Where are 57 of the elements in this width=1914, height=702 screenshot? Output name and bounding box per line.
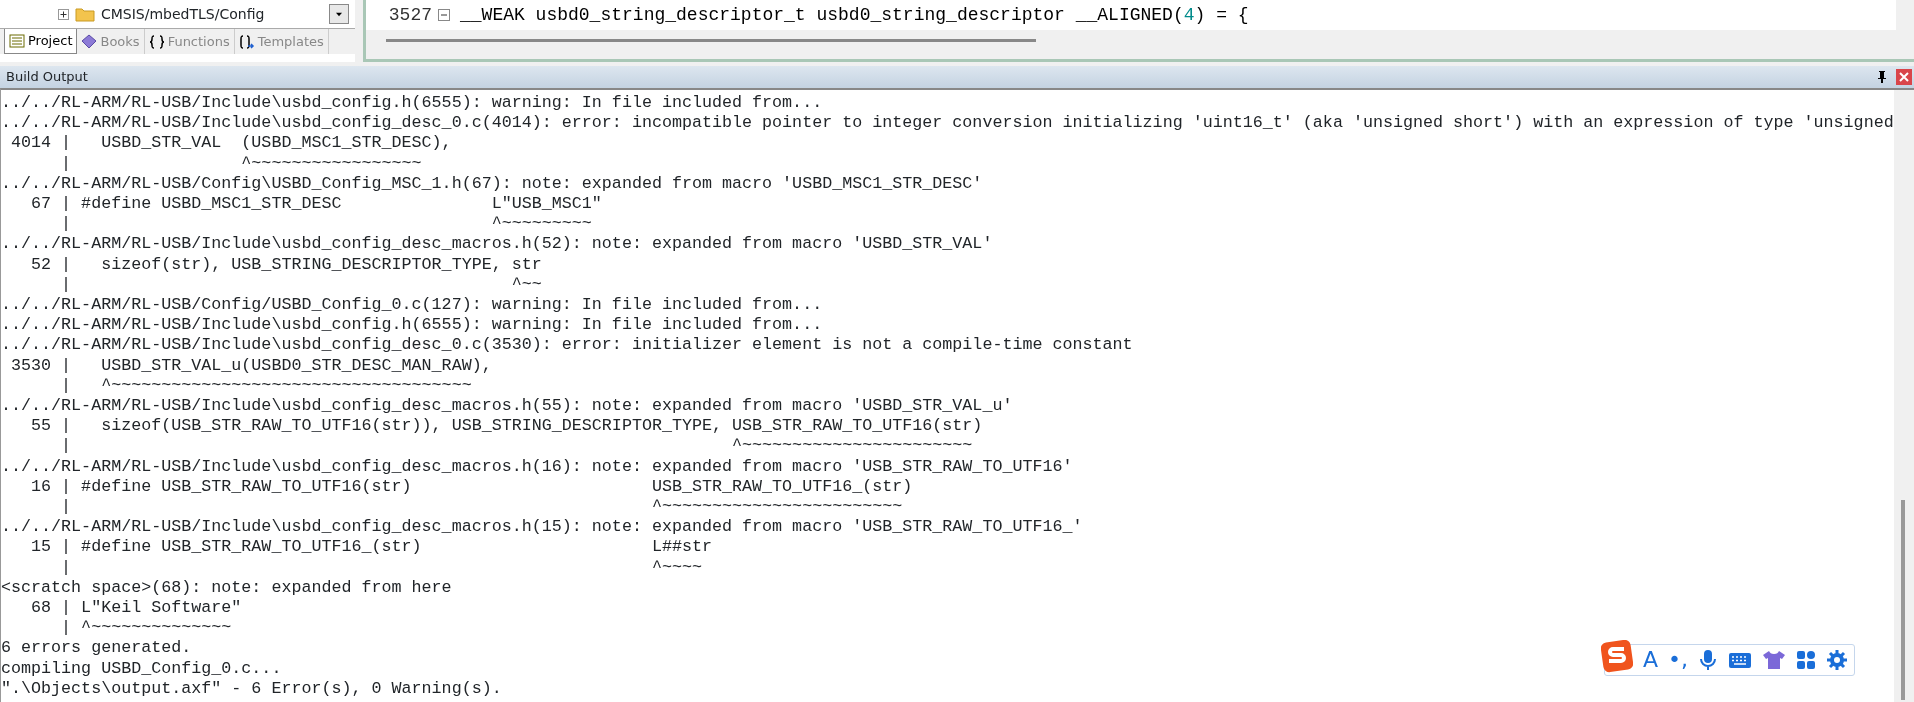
- output-line: | ^~~~~~~~~~~~~~~~~~: [60, 153, 422, 174]
- line-number: 3527: [387, 3, 433, 27]
- template-icon: [238, 33, 255, 50]
- output-line: 55 | sizeof(USB_STR_RAW_TO_UTF16(str)), USB_STRING_DESCRIPTOR_TYPE, USB_STR_RAW_TO_UTF16(str): [30, 416, 983, 437]
- keyboard-icon[interactable]: [1728, 650, 1753, 670]
- caret-icon: [336, 11, 342, 17]
- output-line: | ^~~~~~~~~~: [60, 214, 592, 235]
- output-line: | ^~~~~: [60, 557, 702, 578]
- output-line: ../../RL-ARM/RL-USB/Include\usbd_config_desc_0.c(4014): error: incompatible pointer to integer conversion initializing 'uint16_t' (aka 'unsigned short') with an expression of type 'unsigned: [1, 113, 1894, 134]
- output-line: 16 | #define USB_STR_RAW_TO_UTF16(str) USB_STR_RAW_TO_UTF16_(str): [30, 476, 913, 498]
- output-line: compiling USBD_Config_0.c...: [1, 658, 282, 679]
- output-line: ../../RL-ARM/RL-USB/Include\usbd_config_desc_macros.h(55): note: expanded from macro 'USBD_STR_VAL_u': [1, 396, 1013, 417]
- output-line: | ^~~~~~~~~~~~~~~~~~~~~~~~~: [60, 497, 903, 518]
- output-line: ../../RL-ARM/RL-USB/Include\usbd_config_desc_macros.h(52): note: expanded from macro 'USBD_STR_VAL': [1, 234, 993, 255]
- shirt-icon[interactable]: [1762, 649, 1787, 671]
- output-line: | ^~~~~~~~~~~~~~~~~~~~~~~~: [60, 436, 973, 457]
- output-line: ../../RL-ARM/RL-USB/Include\usbd_config_desc_macros.h(16): note: expanded from macro 'USB_STR_RAW_TO_UTF16': [1, 456, 1073, 477]
- book-icon: [81, 33, 98, 50]
- list-icon: [9, 33, 25, 49]
- dropdown-button[interactable]: [329, 4, 349, 24]
- output-line: ../../RL-ARM/RL-USB/Include\usbd_config.h(6555): warning: In file included from...: [1, 315, 823, 336]
- tree-item[interactable]: CMSIS/mbedTLS/Config: [101, 3, 265, 25]
- microphone-icon[interactable]: [1698, 649, 1719, 671]
- output-line: 6 errors generated.: [1, 638, 192, 659]
- pin-icon[interactable]: [1876, 70, 1888, 84]
- toolbar-button[interactable]: A: [1643, 649, 1659, 671]
- logo-icon[interactable]: [1601, 640, 1633, 674]
- output-line: 52 | sizeof(str), USB_STRING_DESCRIPTOR_TYPE, str: [30, 254, 542, 275]
- output-line: ../../RL-ARM/RL-USB/Config\USBD_Config_MSC_1.h(67): note: expanded from macro 'USBD_MSC1_STR_DESC': [1, 173, 983, 194]
- output-line: ../../RL-ARM/RL-USB/Include\usbd_config.h(6555): warning: In file included from...: [1, 93, 823, 114]
- expand-icon[interactable]: [58, 8, 69, 20]
- fold-icon[interactable]: [438, 9, 450, 21]
- output-line: ../../RL-ARM/RL-USB/Include\usbd_config_desc_macros.h(15): note: expanded from macro 'USB_STR_RAW_TO_UTF16_': [1, 517, 1083, 538]
- code-line: __WEAK usbd0_string_descriptor_t usbd0_string_descriptor __ALIGNED(4) = {: [460, 3, 1249, 27]
- output-line: | ^~~: [60, 274, 542, 296]
- panel-title: Build Output: [6, 68, 88, 87]
- tab[interactable]: Functions: [144, 29, 235, 54]
- close-icon[interactable]: [1896, 69, 1912, 85]
- braces-icon: [148, 33, 165, 50]
- tab[interactable]: Project: [4, 29, 78, 54]
- output-line: 67 | #define USBD_MSC1_STR_DESC L"USB_MSC1": [30, 194, 602, 215]
- tab[interactable]: Books: [77, 29, 145, 54]
- output-line: 15 | #define USB_STR_RAW_TO_UTF16_(str) L##str: [30, 537, 712, 558]
- output-line: 4014 | USBD_STR_VAL (USBD_MSC1_STR_DESC),: [10, 133, 452, 154]
- grid-icon[interactable]: [1796, 650, 1817, 670]
- settings-icon[interactable]: [1826, 649, 1849, 671]
- tab[interactable]: Templates: [234, 29, 329, 54]
- output-line: | ^~~~~~~~~~~~~~~: [60, 618, 232, 639]
- folder-icon: [75, 6, 95, 22]
- toolbar-button[interactable]: •,: [1668, 649, 1689, 671]
- output-line: ../../RL-ARM/RL-USB/Config/USBD_Config_0.c(127): warning: In file included from...: [1, 295, 823, 316]
- output-line: <scratch space>(68): note: expanded from here: [1, 577, 452, 599]
- output-line: | ^~~~~~~~~~~~~~~~~~~~~~~~~~~~~~~~~~~~~: [60, 375, 472, 397]
- output-line: 68 | L"Keil Software": [30, 598, 242, 619]
- output-line: ../../RL-ARM/RL-USB/Include\usbd_config_desc_0.c(3530): error: initializer element is not a compile-time constant: [1, 335, 1133, 356]
- output-line: ".\Objects\output.axf" - 6 Error(s), 0 Warning(s).: [1, 678, 502, 700]
- output-line: 3530 | USBD_STR_VAL_u(USBD0_STR_DESC_MAN_RAW),: [10, 355, 492, 376]
